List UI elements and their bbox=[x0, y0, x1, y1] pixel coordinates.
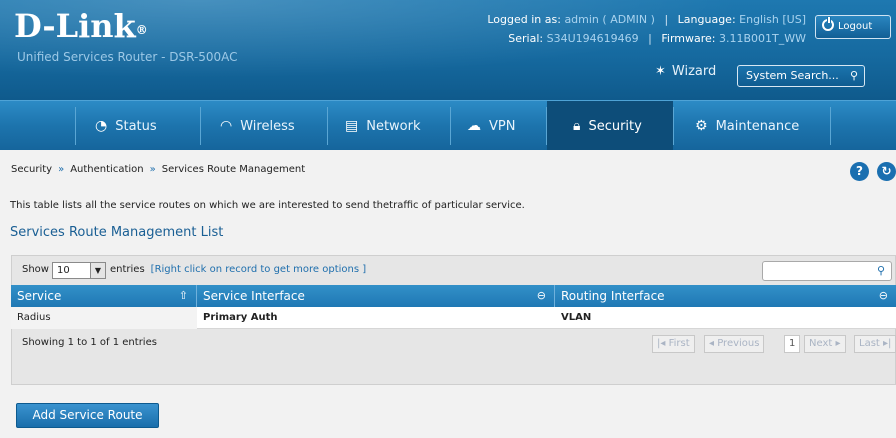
previous-page-button[interactable]: ◂ Previous bbox=[704, 335, 765, 353]
cell-service-interface: Primary Auth bbox=[203, 312, 278, 323]
wizard-link[interactable]: ✶ Wizard bbox=[655, 64, 716, 79]
page-title: Services Route Management List bbox=[10, 225, 224, 240]
refresh-icon[interactable]: ↻ bbox=[877, 162, 896, 181]
cell-routing-interface: VLAN bbox=[561, 312, 592, 323]
show-label: Show bbox=[22, 264, 49, 275]
nav-vpn[interactable]: ☁ VPN bbox=[467, 101, 537, 151]
language-link[interactable]: English [US] bbox=[739, 13, 806, 26]
breadcrumb-current: Services Route Management bbox=[161, 164, 306, 175]
session-info: Logged in as: admin ( ADMIN ) | Language… bbox=[487, 13, 806, 45]
content-area: Security» Authentication» Services Route M… bbox=[0, 150, 896, 438]
last-page-button[interactable]: Last ▸| bbox=[854, 335, 896, 353]
breadcrumb: Security» Authentication» Services Route M… bbox=[11, 164, 306, 175]
cloud-lock-icon: ☁ bbox=[467, 118, 481, 134]
table-header: Service ⇧ Service Interface ⊖ Routing Inte… bbox=[11, 285, 896, 307]
add-service-route-button[interactable]: Add Service Route bbox=[16, 403, 159, 428]
nav-maintenance[interactable]: ⚙ Maintenance bbox=[695, 101, 830, 151]
page-size-select[interactable]: 10 ▼ bbox=[52, 262, 106, 279]
table-footer: Showing 1 to 1 of 1 entries |◂ First ◂ P… bbox=[11, 329, 896, 385]
table-row[interactable]: Radius Primary Auth VLAN bbox=[11, 307, 896, 329]
search-icon: ⚲ bbox=[849, 69, 858, 82]
logged-in-user: admin ( ADMIN ) bbox=[564, 13, 655, 26]
main-nav: ◔ Status ◠ Wireless ▤ Network ☁ VPN 🔒︎ Securi… bbox=[0, 100, 896, 151]
wand-icon: ✶ bbox=[655, 64, 666, 79]
breadcrumb-authentication[interactable]: Authentication bbox=[70, 164, 143, 175]
wifi-icon: ◠ bbox=[220, 118, 233, 134]
breadcrumb-security[interactable]: Security bbox=[11, 164, 52, 175]
search-icon: ⚲ bbox=[876, 264, 885, 277]
page-description: This table lists all the service routes … bbox=[10, 200, 525, 211]
firmware-label: Firmware: bbox=[661, 32, 716, 45]
cell-service: Radius bbox=[11, 307, 197, 329]
logout-button[interactable]: Logout bbox=[815, 15, 891, 39]
dlink-logo: D-Link® bbox=[14, 7, 148, 45]
language-label: Language: bbox=[677, 13, 736, 26]
next-page-button[interactable]: Next ▸ bbox=[804, 335, 846, 353]
sort-icon: ⊖ bbox=[878, 289, 888, 302]
lock-icon: 🔒︎ bbox=[573, 118, 581, 134]
column-service[interactable]: Service ⇧ bbox=[11, 285, 197, 307]
power-icon bbox=[822, 17, 834, 31]
system-search-input[interactable]: System Search... ⚲ bbox=[737, 65, 865, 87]
first-page-button[interactable]: |◂ First bbox=[652, 335, 695, 353]
logged-in-label: Logged in as: bbox=[487, 13, 561, 26]
serial-label: Serial: bbox=[508, 32, 544, 45]
firmware-value: 3.11B001T_WW bbox=[718, 32, 806, 45]
context-hint: [Right click on record to get more optio… bbox=[150, 264, 367, 275]
monitor-icon: ▤ bbox=[345, 118, 359, 134]
nav-network[interactable]: ▤ Network bbox=[345, 101, 445, 151]
entries-label: entries [Right click on record to get mor… bbox=[110, 264, 367, 275]
app-header: D-Link® Unified Services Router - DSR-50… bbox=[0, 0, 896, 100]
gauge-icon: ◔ bbox=[95, 118, 108, 134]
serial-value: S34U194619469 bbox=[546, 32, 639, 45]
sort-asc-icon: ⇧ bbox=[178, 289, 188, 302]
current-page-button[interactable]: 1 bbox=[784, 335, 801, 353]
product-name: Unified Services Router - DSR-500AC bbox=[17, 50, 238, 64]
gear-icon: ⚙ bbox=[695, 118, 708, 134]
nav-wireless[interactable]: ◠ Wireless bbox=[220, 101, 325, 151]
help-icon[interactable]: ? bbox=[850, 162, 869, 181]
column-routing-interface[interactable]: Routing Interface ⊖ bbox=[555, 285, 896, 307]
table-toolbar: Show 10 ▼ entries [Right click on record … bbox=[11, 255, 896, 285]
nav-security[interactable]: 🔒︎ Security bbox=[547, 101, 673, 151]
column-service-interface[interactable]: Service Interface ⊖ bbox=[197, 285, 555, 307]
chevron-down-icon: ▼ bbox=[90, 263, 105, 278]
table-search-input[interactable]: ⚲ bbox=[762, 261, 892, 281]
nav-status[interactable]: ◔ Status bbox=[95, 101, 195, 151]
sort-icon: ⊖ bbox=[536, 289, 546, 302]
table-info: Showing 1 to 1 of 1 entries bbox=[22, 337, 157, 348]
